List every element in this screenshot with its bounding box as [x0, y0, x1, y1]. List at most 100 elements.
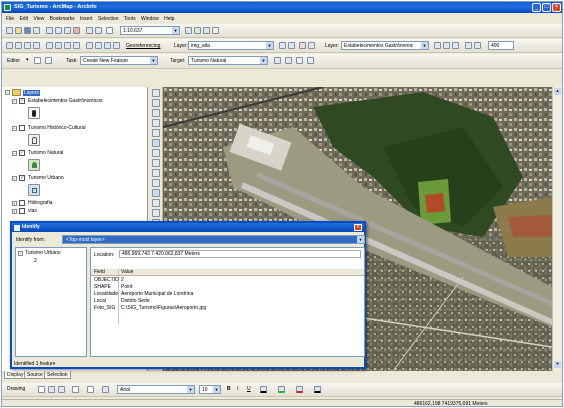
maximize-icon[interactable]: □	[542, 3, 551, 12]
whats-this-icon[interactable]	[212, 27, 219, 34]
font-color-icon[interactable]	[260, 386, 267, 393]
target-select[interactable]: Turismo Natural ▼	[188, 56, 268, 65]
open-icon[interactable]	[15, 27, 22, 34]
identify-icon[interactable]	[152, 189, 160, 197]
scroll-down-icon[interactable]: ▼	[554, 361, 561, 368]
rotate-feature-icon[interactable]	[285, 57, 292, 64]
view-link-table-icon[interactable]	[308, 42, 315, 49]
georef-layer-select[interactable]: img_alta ▼	[188, 41, 274, 50]
zoom-whole-page-icon[interactable]	[58, 386, 65, 393]
add-control-points-icon[interactable]	[299, 42, 306, 49]
identify-tool-icon[interactable]	[104, 42, 111, 49]
effects-layer-select[interactable]: Estabelecimentos Gastrônomic ▼	[341, 41, 429, 50]
collapse-icon[interactable]: −	[12, 126, 17, 131]
rotate-icon[interactable]	[279, 42, 286, 49]
font-size-select[interactable]: 10 ▼	[199, 385, 221, 394]
pan-icon[interactable]	[46, 42, 53, 49]
font-select[interactable]: Arial ▼	[117, 385, 195, 394]
georeferencing-label[interactable]: Georeferencing	[126, 43, 160, 49]
fixed-zoom-out-icon[interactable]	[152, 119, 160, 127]
flicker-rate-input[interactable]: 400	[488, 41, 514, 50]
close-icon[interactable]: ×	[354, 224, 362, 231]
collapse-icon[interactable]: −	[5, 90, 10, 95]
delete-icon[interactable]	[73, 27, 80, 34]
pan-icon[interactable]	[152, 129, 160, 137]
find-icon[interactable]	[113, 42, 120, 49]
layer-checkbox[interactable]: ✓	[19, 98, 25, 104]
layer-estabelecimentos[interactable]: Estabelecimentos Gastrônomicos	[28, 98, 102, 104]
marker-color-icon[interactable]	[314, 386, 321, 393]
editor-menu[interactable]: Editor	[7, 58, 20, 64]
close-icon[interactable]: ×	[552, 3, 561, 12]
drawing-menu[interactable]: Drawing	[7, 386, 25, 392]
select-features-icon[interactable]	[86, 42, 93, 49]
layer-checkbox[interactable]: ✓	[19, 150, 25, 156]
menu-view[interactable]: View	[33, 16, 44, 22]
select-elements-icon[interactable]	[95, 42, 102, 49]
minimize-icon[interactable]: _	[532, 3, 541, 12]
brightness-icon[interactable]	[443, 42, 450, 49]
layer-vias[interactable]: vias	[28, 208, 37, 214]
scroll-up-icon[interactable]: ▲	[554, 88, 561, 95]
full-extent-icon[interactable]	[152, 139, 160, 147]
collapse-icon[interactable]: −	[12, 176, 17, 181]
editor-toolbar-icon[interactable]	[185, 27, 192, 34]
back-extent-icon[interactable]	[64, 42, 71, 49]
fixed-zoom-in-icon[interactable]	[152, 109, 160, 117]
menu-help[interactable]: Help	[164, 16, 174, 22]
previous-extent-icon[interactable]	[152, 149, 160, 157]
sketch-properties-icon[interactable]	[307, 57, 314, 64]
paste-icon[interactable]	[64, 27, 71, 34]
attributes-icon[interactable]	[296, 57, 303, 64]
text-tool-icon[interactable]	[87, 386, 94, 393]
menu-selection[interactable]: Selection	[98, 16, 119, 22]
identify-from-select[interactable]: <Top-most layer> ▼	[62, 235, 365, 244]
save-icon[interactable]	[24, 27, 31, 34]
zoom-out-tool-icon[interactable]	[15, 42, 22, 49]
arctoolbox-icon[interactable]	[194, 27, 201, 34]
layer-turismo-natural[interactable]: Turismo Natural	[28, 150, 63, 156]
rotate-element-icon[interactable]	[48, 386, 55, 393]
select-features-icon[interactable]	[152, 169, 160, 177]
add-data-icon[interactable]	[106, 27, 113, 34]
edit-vertices-icon[interactable]	[102, 386, 109, 393]
field-column-header[interactable]: Field	[94, 269, 105, 275]
contrast-icon[interactable]	[434, 42, 441, 49]
edit-tool-icon[interactable]	[34, 57, 41, 64]
swipe-icon[interactable]	[465, 42, 472, 49]
layer-turismo-urbano[interactable]: Turismo Urbano	[28, 175, 64, 181]
line-color-icon[interactable]	[296, 386, 303, 393]
layer-checkbox[interactable]	[19, 208, 25, 214]
table-row[interactable]: Localidade Aeroporto Municipal de Londrin…	[91, 291, 364, 298]
table-row[interactable]: Local Distrito Sede	[91, 298, 364, 305]
menu-tools[interactable]: Tools	[124, 16, 136, 22]
layers-root[interactable]: Layers	[23, 90, 41, 96]
transparency-icon[interactable]	[452, 42, 459, 49]
value-column-header[interactable]: Value	[121, 269, 133, 275]
measure-icon[interactable]	[152, 209, 160, 217]
tree-feature[interactable]: 2	[34, 258, 37, 264]
tree-layer[interactable]: Turismo Urbano	[25, 250, 61, 256]
copy-icon[interactable]	[55, 27, 62, 34]
forward-extent-icon[interactable]	[73, 42, 80, 49]
layer-checkbox[interactable]	[19, 200, 25, 206]
collapse-icon[interactable]: −	[12, 151, 17, 156]
layer-checkbox[interactable]: ✓	[19, 175, 25, 181]
table-row[interactable]: Foto_SIG C:\SIG_Turismo\Figuras\Aeroporto…	[91, 305, 364, 312]
menu-bookmarks[interactable]: Bookmarks	[50, 16, 75, 22]
cut-icon[interactable]	[46, 27, 53, 34]
layer-turismo-historico[interactable]: Turismo Histórico-Cultural	[28, 125, 86, 131]
full-extent-icon[interactable]	[55, 42, 62, 49]
bold-button[interactable]: B	[227, 386, 231, 392]
select-elements-icon[interactable]	[152, 179, 160, 187]
zoom-in-icon[interactable]	[152, 89, 160, 97]
menu-insert[interactable]: Insert	[80, 16, 93, 22]
table-row[interactable]: OBJECTID 2	[91, 277, 364, 284]
collapse-icon[interactable]: −	[18, 251, 23, 256]
arccatalog-icon[interactable]	[203, 27, 210, 34]
rectangle-icon[interactable]	[72, 386, 79, 393]
expand-icon[interactable]: +	[12, 209, 17, 214]
table-row[interactable]: SHAPE Point	[91, 284, 364, 291]
shift-icon[interactable]	[288, 42, 295, 49]
collapse-icon[interactable]: −	[12, 99, 17, 104]
